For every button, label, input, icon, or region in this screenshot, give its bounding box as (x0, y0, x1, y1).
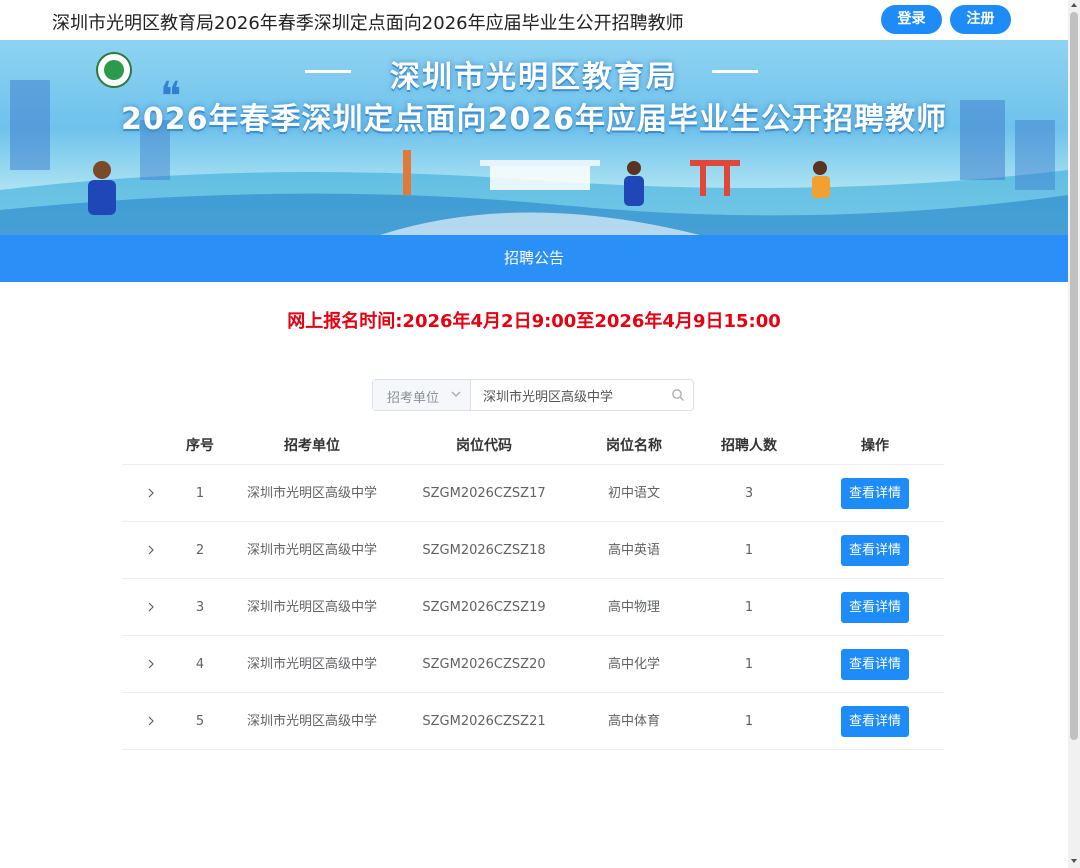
cell-no: 1 (195, 486, 205, 501)
view-detail-button[interactable]: 查看详情 (841, 706, 909, 737)
cell-count: 3 (744, 486, 754, 501)
search-icon[interactable] (671, 388, 685, 402)
cell-unit: 深圳市光明区高级中学 (246, 543, 377, 558)
nav-item-announcement[interactable]: 招聘公告 (0, 235, 1068, 282)
chevron-right-icon[interactable] (146, 659, 156, 669)
table-row: 5 深圳市光明区高级中学 SZGM2026CZSZ21 高中体育 1 查看详情 (122, 693, 944, 750)
cell-unit: 深圳市光明区高级中学 (246, 657, 377, 672)
cell-name: 高中化学 (607, 657, 660, 672)
banner-image: ❝ 深圳市光明区教育局 2026年春季深圳定点面向2026年应届毕业生公开招聘教… (0, 40, 1068, 235)
login-button[interactable]: 登录 (881, 5, 942, 34)
header-unit: 招考单位 (284, 438, 340, 454)
chevron-down-icon (451, 391, 461, 397)
cell-count: 1 (744, 714, 754, 729)
register-button[interactable]: 注册 (950, 5, 1011, 34)
cell-no: 5 (195, 714, 205, 729)
scroll-down-icon[interactable] (1071, 858, 1077, 864)
registration-time: 网上报名时间:2026年4月2日9:00至2026年4月9日15:00 (287, 311, 781, 332)
view-detail-button[interactable]: 查看详情 (841, 649, 909, 680)
chevron-right-icon[interactable] (146, 602, 156, 612)
page: 深圳市光明区教育局2026年春季深圳定点面向2026年应届毕业生公开招聘教师 登… (0, 0, 1068, 868)
view-detail-button[interactable]: 查看详情 (841, 535, 909, 566)
chevron-right-icon[interactable] (146, 545, 156, 555)
table-row: 4 深圳市光明区高级中学 SZGM2026CZSZ20 高中化学 1 查看详情 (122, 636, 944, 693)
scrollbar[interactable] (1068, 0, 1080, 868)
cell-count: 1 (744, 543, 754, 558)
view-detail-button[interactable]: 查看详情 (841, 478, 909, 509)
table-row: 3 深圳市光明区高级中学 SZGM2026CZSZ19 高中物理 1 查看详情 (122, 579, 944, 636)
cell-name: 高中英语 (607, 543, 660, 558)
scroll-thumb[interactable] (1070, 12, 1078, 740)
cell-no: 4 (195, 657, 205, 672)
cell-no: 3 (195, 600, 205, 615)
header-no: 序号 (186, 438, 214, 454)
search-input[interactable] (473, 380, 663, 410)
cell-unit: 深圳市光明区高级中学 (246, 600, 377, 615)
banner-subtitle: 2026年春季深圳定点面向2026年应届毕业生公开招聘教师 (121, 102, 947, 137)
cell-code: SZGM2026CZSZ19 (422, 600, 546, 615)
cell-code: SZGM2026CZSZ17 (422, 486, 546, 501)
header-count: 招聘人数 (721, 438, 777, 454)
search-field-select[interactable]: 招考单位 (373, 380, 471, 410)
header-name: 岗位名称 (606, 438, 662, 454)
cell-code: SZGM2026CZSZ21 (422, 714, 546, 729)
cell-count: 1 (744, 657, 754, 672)
cell-count: 1 (744, 600, 754, 615)
table-row: 1 深圳市光明区高级中学 SZGM2026CZSZ17 初中语文 3 查看详情 (122, 465, 944, 522)
cell-no: 2 (195, 543, 205, 558)
banner-title: 深圳市光明区教育局 (390, 60, 678, 95)
cell-unit: 深圳市光明区高级中学 (246, 486, 377, 501)
chevron-right-icon[interactable] (146, 716, 156, 726)
table-header: 序号 招考单位 岗位代码 岗位名称 招聘人数 操作 (122, 428, 944, 465)
site-title: 深圳市光明区教育局2026年春季深圳定点面向2026年应届毕业生公开招聘教师 (52, 13, 684, 34)
view-detail-button[interactable]: 查看详情 (841, 592, 909, 623)
cell-code: SZGM2026CZSZ18 (422, 543, 546, 558)
nav-bar: 招聘公告 (0, 235, 1068, 282)
scroll-up-icon[interactable] (1071, 2, 1077, 8)
table-row: 2 深圳市光明区高级中学 SZGM2026CZSZ18 高中英语 1 查看详情 (122, 522, 944, 579)
cell-code: SZGM2026CZSZ20 (422, 657, 546, 672)
search-box: 招考单位 (372, 379, 694, 411)
cell-name: 初中语文 (607, 486, 660, 501)
search-select-label: 招考单位 (387, 391, 440, 406)
cell-name: 高中体育 (607, 714, 660, 729)
top-bar: 深圳市光明区教育局2026年春季深圳定点面向2026年应届毕业生公开招聘教师 登… (0, 0, 1068, 40)
header-op: 操作 (861, 438, 889, 454)
cell-unit: 深圳市光明区高级中学 (246, 714, 377, 729)
header-code: 岗位代码 (456, 438, 512, 454)
positions-table: 序号 招考单位 岗位代码 岗位名称 招聘人数 操作 1 深圳市光明区高级中学 S… (122, 428, 944, 750)
cell-name: 高中物理 (607, 600, 660, 615)
chevron-right-icon[interactable] (146, 488, 156, 498)
